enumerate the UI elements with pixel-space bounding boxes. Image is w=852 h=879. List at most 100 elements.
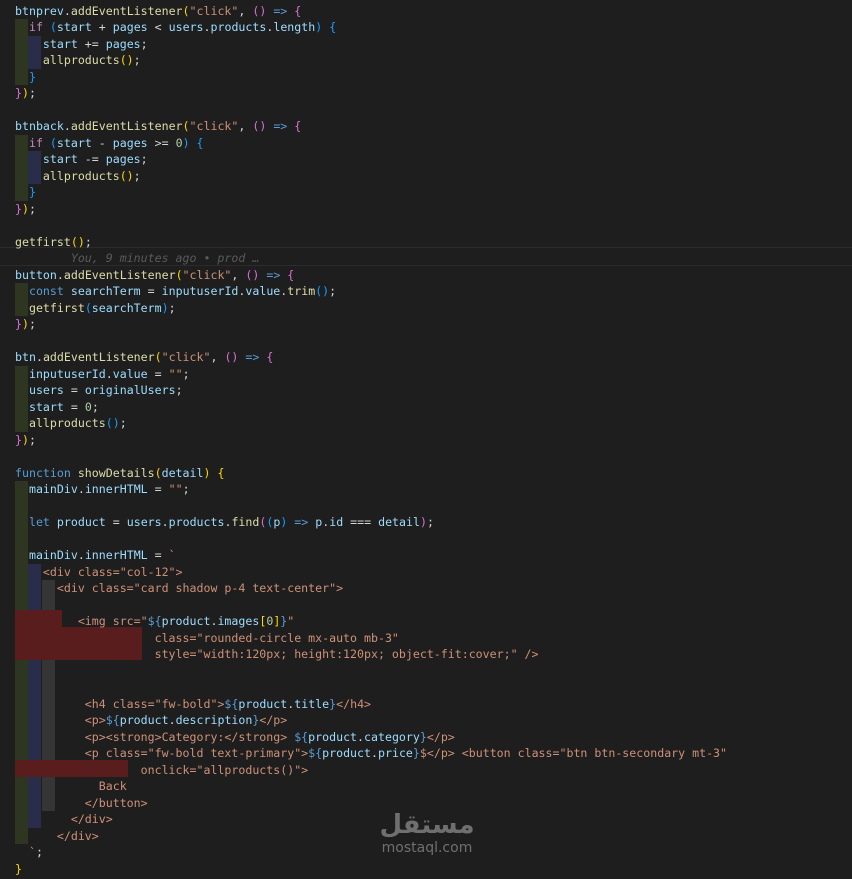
indent-guide	[15, 530, 28, 547]
code-token: =>	[259, 267, 281, 282]
code-token: start	[42, 152, 78, 166]
code-line[interactable]: getfirst();	[15, 234, 92, 251]
code-token: if	[28, 20, 43, 34]
code-line[interactable]: <div class="card shadow p-4 text-center"…	[15, 580, 343, 597]
indent-guide	[15, 662, 28, 679]
code-line[interactable]: </div>	[15, 811, 113, 828]
code-token: -	[91, 135, 113, 150]
code-token: {	[294, 3, 302, 18]
code-line[interactable]: <div class="col-12">	[15, 564, 183, 581]
code-line[interactable]: mainDiv.innerHTML = `	[15, 547, 176, 564]
code-token: ()	[252, 3, 267, 18]
code-line[interactable]: if (start + pages < users.products.lengt…	[15, 19, 336, 36]
code-line[interactable]: start += pages;	[15, 36, 148, 53]
watermark-logo: مستقل	[379, 810, 475, 840]
code-token: 0	[175, 135, 183, 150]
code-line[interactable]: btnprev.addEventListener("click", () => …	[15, 3, 301, 20]
code-line[interactable]: function showDetails(detail) {	[15, 465, 224, 482]
code-line[interactable]: You, 9 minutes ago • prod …	[15, 250, 259, 267]
code-token: ,	[238, 119, 253, 133]
code-token: id	[329, 515, 344, 529]
code-token: =	[105, 515, 127, 529]
code-token: product	[238, 696, 288, 711]
code-token: ${	[147, 614, 162, 628]
code-token: {	[217, 465, 225, 480]
code-line[interactable]: });	[15, 316, 36, 333]
code-line[interactable]: allproducts();	[15, 168, 141, 185]
code-token: innerHTML	[84, 482, 148, 496]
code-line[interactable]: let product = users.products.find((p) =>…	[15, 514, 434, 531]
code-line[interactable]: <p><strong>Category:</strong> ${product.…	[15, 729, 455, 746]
code-token: allproducts	[42, 168, 120, 183]
code-line[interactable]: users = originalUsers;	[15, 382, 183, 399]
code-line[interactable]: <img src="${product.images[0]}"	[15, 613, 294, 630]
code-line[interactable]: </button>	[15, 795, 148, 812]
code-token: ()	[315, 284, 330, 298]
code-line[interactable]: `;	[15, 844, 43, 861]
code-token: btn	[15, 350, 36, 364]
code-token: product	[119, 713, 169, 727]
code-line[interactable]: Back	[15, 778, 127, 795]
code-token: ;	[133, 53, 141, 67]
code-line[interactable]: </div>	[15, 828, 99, 845]
code-token: ()	[119, 53, 134, 67]
code-token: Back	[15, 779, 127, 793]
code-token: +=	[77, 36, 106, 51]
code-token: =	[63, 399, 85, 414]
code-token: .	[371, 746, 378, 760]
code-token: description	[175, 713, 253, 727]
code-token: }	[419, 729, 427, 744]
code-line[interactable]: }	[15, 861, 22, 878]
code-line[interactable]: }	[15, 184, 36, 201]
code-line[interactable]: mainDiv.innerHTML = "";	[15, 481, 190, 498]
code-line[interactable]: }	[15, 69, 36, 86]
indent-guide	[28, 662, 41, 679]
code-token: ;	[426, 515, 434, 529]
code-line[interactable]: getfirst(searchTerm);	[15, 300, 176, 317]
code-token: ,	[231, 267, 246, 282]
code-editor[interactable]: btnprev.addEventListener("click", () => …	[0, 0, 852, 879]
code-line[interactable]: button.addEventListener("click", () => {	[15, 267, 294, 284]
code-line[interactable]: start = 0;	[15, 399, 99, 416]
code-token: {	[287, 267, 295, 282]
code-token: `	[168, 548, 176, 562]
code-token: {	[266, 350, 274, 364]
code-token: +	[91, 20, 113, 34]
code-line[interactable]: inputuserId.value = "";	[15, 366, 190, 383]
code-line[interactable]: });	[15, 201, 36, 218]
code-token: images	[217, 614, 260, 628]
code-token: products	[168, 515, 225, 529]
code-line[interactable]: allproducts();	[15, 52, 141, 69]
code-line[interactable]: <h4 class="fw-bold">${product.title}</h4…	[15, 696, 371, 713]
code-line[interactable]: });	[15, 85, 36, 102]
code-token: =>	[238, 350, 260, 364]
code-line[interactable]: class="rounded-circle mx-auto mb-3"	[15, 630, 399, 647]
code-token: .	[203, 20, 211, 34]
code-token: product	[161, 614, 211, 628]
code-line[interactable]: <p>${product.description}</p>	[15, 712, 287, 729]
code-token: )	[21, 432, 29, 447]
code-line[interactable]: });	[15, 432, 36, 449]
code-line[interactable]: allproducts();	[15, 415, 127, 432]
code-token: onclick="allproducts()">	[15, 762, 309, 777]
code-token: length	[273, 20, 316, 34]
code-line[interactable]: onclick="allproducts()">	[15, 762, 309, 779]
code-line[interactable]: if (start - pages >= 0) {	[15, 135, 204, 152]
code-token: <h4 class="fw-bold">	[15, 696, 225, 711]
code-line[interactable]: btnback.addEventListener("click", () => …	[15, 118, 301, 135]
code-line[interactable]: btn.addEventListener("click", () => {	[15, 349, 273, 366]
code-token: ""	[168, 482, 183, 496]
code-line[interactable]: const searchTerm = inputuserId.value.tri…	[15, 283, 336, 300]
code-line[interactable]: start -= pages;	[15, 151, 148, 168]
code-token: </p>	[259, 713, 288, 727]
code-token: title	[294, 696, 330, 711]
code-line[interactable]: style="width:120px; height:120px; object…	[15, 646, 539, 663]
code-line[interactable]: <p class="fw-bold text-primary">${produc…	[15, 745, 727, 762]
code-token: inputuserId	[161, 284, 239, 298]
